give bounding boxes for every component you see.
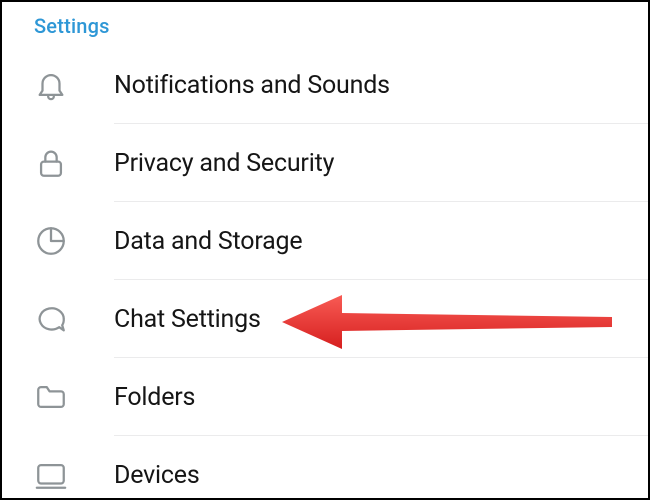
- settings-item-label: Devices: [114, 461, 200, 490]
- folder-icon: [34, 380, 68, 414]
- settings-item-label: Privacy and Security: [114, 149, 334, 178]
- pie-icon: [34, 224, 68, 258]
- settings-screen: Settings Notifications and Sounds Privac…: [0, 0, 650, 500]
- settings-item-label: Data and Storage: [114, 227, 302, 256]
- settings-item-notifications[interactable]: Notifications and Sounds: [2, 46, 648, 124]
- settings-item-privacy[interactable]: Privacy and Security: [2, 124, 648, 202]
- device-icon: [34, 458, 68, 492]
- section-header: Settings: [2, 2, 648, 46]
- bell-icon: [34, 68, 68, 102]
- settings-item-devices[interactable]: Devices: [2, 436, 648, 500]
- settings-item-label: Folders: [114, 383, 195, 412]
- lock-icon: [34, 146, 68, 180]
- settings-list: Notifications and Sounds Privacy and Sec…: [2, 46, 648, 500]
- settings-item-data[interactable]: Data and Storage: [2, 202, 648, 280]
- chat-icon: [34, 302, 68, 336]
- settings-item-chat[interactable]: Chat Settings: [2, 280, 648, 358]
- settings-item-label: Chat Settings: [114, 305, 261, 334]
- settings-item-folders[interactable]: Folders: [2, 358, 648, 436]
- settings-item-label: Notifications and Sounds: [114, 71, 390, 100]
